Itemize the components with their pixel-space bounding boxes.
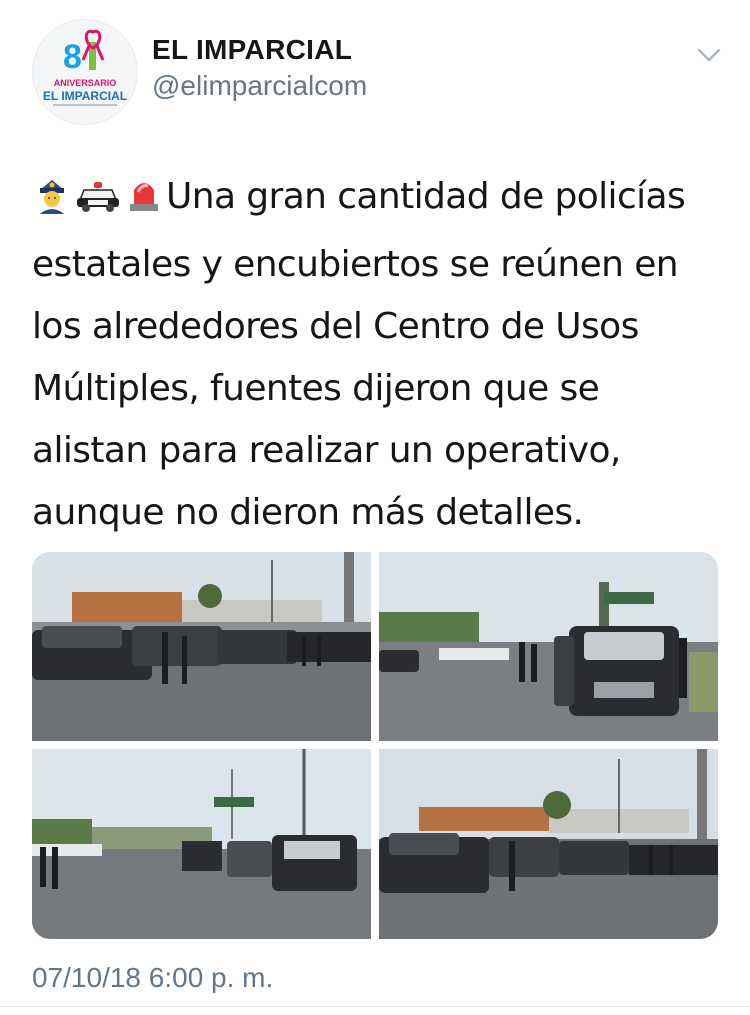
tweet-timestamp[interactable]: 07/10/18 6:00 p. m.	[32, 962, 273, 994]
media-grid	[32, 552, 718, 939]
divider	[0, 1006, 750, 1007]
display-name[interactable]: EL IMPARCIAL	[152, 34, 352, 66]
svg-text:8: 8	[63, 38, 82, 76]
avatar-line2: EL IMPARCIAL	[43, 89, 127, 103]
anniversary-logo: 8 ANIVERSARIO EL IMPARCIAL	[33, 20, 137, 124]
tweet-body: Una gran cantidad de policías estatales …	[32, 166, 722, 544]
photo-police-truck-closeup[interactable]	[379, 552, 718, 741]
photo-police-trucks-parking-lot[interactable]	[32, 552, 371, 741]
photo-officers-line-road[interactable]	[32, 749, 371, 939]
tweet-header: 8 ANIVERSARIO EL IMPARCIAL EL IMPARCIAL …	[0, 0, 750, 130]
chevron-down-icon[interactable]	[694, 40, 724, 70]
police-light-emoji	[124, 172, 164, 234]
avatar-line1: ANIVERSARIO	[54, 78, 117, 88]
photo-police-trucks-arena[interactable]	[379, 749, 718, 939]
account-handle[interactable]: @elimparcialcom	[152, 70, 367, 102]
account-avatar[interactable]: 8 ANIVERSARIO EL IMPARCIAL	[32, 19, 138, 125]
police-officer-emoji	[32, 172, 72, 234]
police-car-emoji	[74, 172, 122, 234]
